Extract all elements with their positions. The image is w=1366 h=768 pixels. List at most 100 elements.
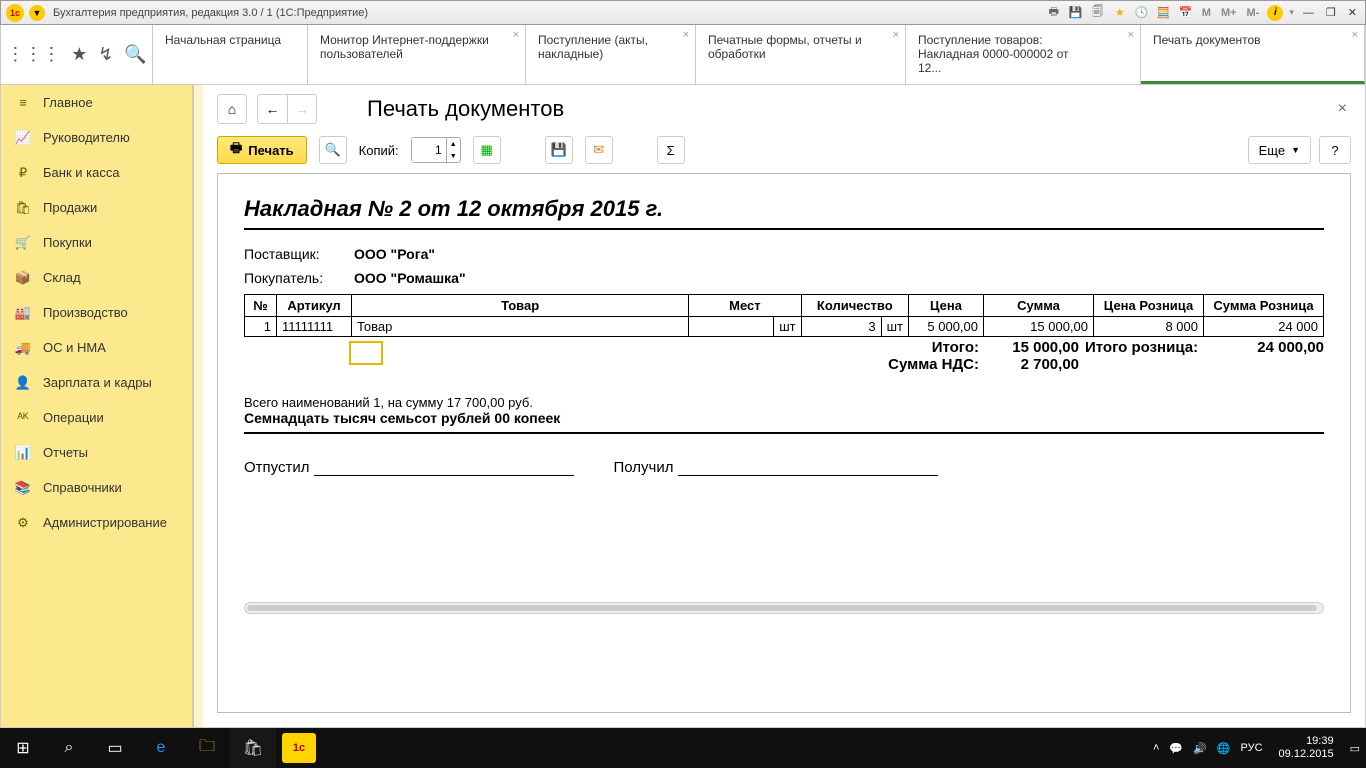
- sidebar-item-os[interactable]: 🚚ОС и НМА: [1, 330, 192, 365]
- sidebar-strip: [193, 85, 203, 727]
- onec-task-icon[interactable]: 1c: [282, 733, 316, 763]
- sum-button[interactable]: Σ: [657, 136, 685, 164]
- table-header-row: № Артикул Товар Мест Количество Цена Сум…: [245, 295, 1324, 317]
- tab-pechatnye[interactable]: Печатные формы, отчеты и обработки ×: [696, 25, 906, 84]
- explorer-icon[interactable]: 🗀: [184, 728, 230, 768]
- tray-time: 19:39: [1279, 735, 1334, 748]
- buyer-row: Покупатель: ООО "Ромашка": [244, 270, 1324, 286]
- document-viewport[interactable]: Накладная № 2 от 12 октября 2015 г. Пост…: [217, 173, 1351, 713]
- sidebar-item-reports[interactable]: 📊Отчеты: [1, 435, 192, 470]
- horizontal-scrollbar[interactable]: [244, 602, 1324, 614]
- taskbar-search-icon[interactable]: ⌕: [46, 728, 92, 768]
- close-window-button[interactable]: ✕: [1345, 6, 1360, 19]
- star-icon[interactable]: ★: [71, 44, 87, 65]
- copies-input-wrap: ▲▼: [411, 137, 461, 163]
- app-menu-icon[interactable]: ▼: [29, 5, 45, 21]
- sign-in: Получил: [614, 458, 938, 476]
- store-icon[interactable]: 🛍: [230, 728, 276, 768]
- settings-button[interactable]: ▦: [473, 136, 501, 164]
- memory-mminus-button[interactable]: M-: [1245, 7, 1262, 19]
- back-button[interactable]: ←: [257, 94, 287, 124]
- tab-close-icon[interactable]: ×: [893, 29, 899, 41]
- tab-close-icon[interactable]: ×: [1352, 29, 1358, 41]
- sidebar-item-purchases[interactable]: 🛒Покупки: [1, 225, 192, 260]
- link-icon[interactable]: ↯: [98, 44, 113, 65]
- copies-input[interactable]: [412, 138, 446, 162]
- info-chevron-icon[interactable]: ▾: [1289, 7, 1294, 18]
- sign-in-label: Получил: [614, 459, 674, 476]
- memory-m-button[interactable]: M: [1200, 7, 1213, 19]
- sidebar-item-warehouse[interactable]: 📦Склад: [1, 260, 192, 295]
- sidebar-item-label: Производство: [43, 305, 128, 320]
- tray-lang[interactable]: РУС: [1241, 742, 1263, 754]
- more-label: Еще: [1259, 143, 1285, 158]
- calc-icon[interactable]: 🗐: [1090, 5, 1106, 21]
- sidebar-item-sales[interactable]: 🛍Продажи: [1, 190, 192, 225]
- save-doc-button[interactable]: 💾: [545, 136, 573, 164]
- items-table: № Артикул Товар Мест Количество Цена Сум…: [244, 294, 1324, 337]
- tab-close-icon[interactable]: ×: [513, 29, 519, 41]
- print-button[interactable]: 🖶 Печать: [217, 136, 307, 164]
- close-page-button[interactable]: ×: [1334, 96, 1351, 122]
- preview-button[interactable]: 🔍: [319, 136, 347, 164]
- sidebar-item-admin[interactable]: ⚙Администрирование: [1, 505, 192, 540]
- retail-total-value: 24 000,00: [1209, 339, 1324, 356]
- sidebar-item-main[interactable]: ≡Главное: [1, 85, 192, 120]
- tab-print-docs[interactable]: Печать документов ×: [1141, 25, 1365, 84]
- title-bar: 1c ▼ Бухгалтерия предприятия, редакция 3…: [0, 0, 1366, 25]
- taskbar: ⊞ ⌕ ▭ e 🗀 🛍 1c ˄ 💬 🔊 🌐 РУС 19:39 09.12.2…: [0, 728, 1366, 768]
- tab-bar: ⋮⋮⋮ ★ ↯ 🔍 Начальная страница Монитор Инт…: [0, 25, 1366, 85]
- tab-home[interactable]: Начальная страница: [153, 25, 308, 84]
- help-button[interactable]: ?: [1319, 136, 1351, 164]
- memory-mplus-button[interactable]: M+: [1219, 7, 1239, 19]
- edge-icon[interactable]: e: [138, 728, 184, 768]
- task-view-icon[interactable]: ▭: [92, 728, 138, 768]
- more-button[interactable]: Еще ▼: [1248, 136, 1311, 164]
- chevron-down-icon: ▼: [1291, 145, 1300, 155]
- forward-button[interactable]: →: [287, 94, 317, 124]
- printer-icon: 🖶: [230, 139, 242, 161]
- start-button[interactable]: ⊞: [0, 728, 46, 768]
- tray-volume-icon[interactable]: 🔊: [1193, 742, 1207, 755]
- apps-icon[interactable]: ⋮⋮⋮: [6, 44, 60, 65]
- tray-notifications-icon[interactable]: ▭: [1350, 742, 1360, 755]
- cell-places-unit: шт: [774, 317, 801, 337]
- print-icon[interactable]: 🖶: [1046, 5, 1062, 21]
- history-icon[interactable]: 🕓: [1134, 5, 1150, 21]
- search-icon[interactable]: 🔍: [124, 44, 146, 65]
- summary-block: Всего наименований 1, на сумму 17 700,00…: [244, 395, 1324, 434]
- tray-network-icon[interactable]: 🌐: [1217, 742, 1231, 755]
- table-row[interactable]: 1 11111111 Товар шт 3 шт 5 000,00 15 000…: [245, 317, 1324, 337]
- sidebar-item-production[interactable]: 🏭Производство: [1, 295, 192, 330]
- sidebar-item-catalogs[interactable]: 📚Справочники: [1, 470, 192, 505]
- restore-button[interactable]: ❐: [1323, 6, 1339, 19]
- tray-chevron-icon[interactable]: ˄: [1153, 742, 1159, 754]
- tray-date: 09.12.2015: [1279, 748, 1334, 761]
- tab-close-icon[interactable]: ×: [1128, 29, 1134, 41]
- copies-spinner[interactable]: ▲▼: [446, 138, 460, 162]
- divider: [244, 228, 1324, 230]
- sidebar-item-head[interactable]: 📈Руководителю: [1, 120, 192, 155]
- home-button[interactable]: ⌂: [217, 94, 247, 124]
- tab-monitor[interactable]: Монитор Интернет-поддержки пользователей…: [308, 25, 526, 84]
- signatures: Отпустил Получил: [244, 458, 1324, 476]
- content-header: ⌂ ← → Печать документов ×: [203, 85, 1365, 127]
- save-icon[interactable]: 💾: [1068, 5, 1084, 21]
- sidebar-item-bank[interactable]: ₽Банк и касса: [1, 155, 192, 190]
- tray-clock[interactable]: 19:39 09.12.2015: [1273, 735, 1340, 761]
- tray-action-icon[interactable]: 💬: [1169, 742, 1183, 755]
- info-icon[interactable]: i: [1267, 5, 1283, 21]
- gear-icon: ⚙: [15, 515, 31, 531]
- menu-icon: ≡: [15, 95, 31, 111]
- calculator-icon[interactable]: 🧮: [1156, 5, 1172, 21]
- tab-close-icon[interactable]: ×: [683, 29, 689, 41]
- sidebar-item-operations[interactable]: ᴬᴷОперации: [1, 400, 192, 435]
- tab-nakladnaya[interactable]: Поступление товаров: Накладная 0000-0000…: [906, 25, 1141, 84]
- retail-total-label: Итого розница:: [1085, 339, 1209, 356]
- email-button[interactable]: ✉: [585, 136, 613, 164]
- calendar-icon[interactable]: 📅: [1178, 5, 1194, 21]
- minimize-button[interactable]: —: [1300, 7, 1317, 19]
- sidebar-item-salary[interactable]: 👤Зарплата и кадры: [1, 365, 192, 400]
- favorite-icon[interactable]: ★: [1112, 5, 1128, 21]
- tab-postuplenie[interactable]: Поступление (акты, накладные) ×: [526, 25, 696, 84]
